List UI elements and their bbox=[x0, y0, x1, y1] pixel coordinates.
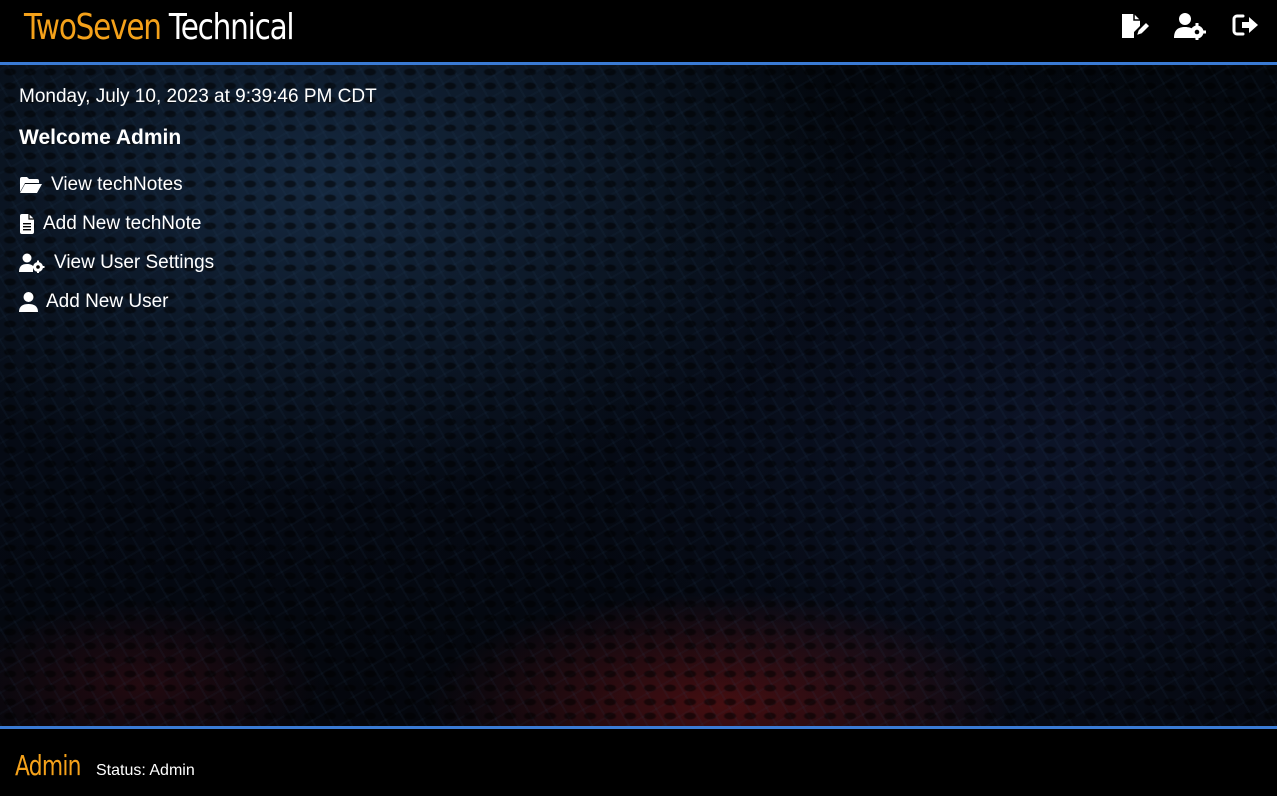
logout-button[interactable] bbox=[1231, 12, 1261, 40]
add-note-button[interactable] bbox=[1119, 12, 1149, 40]
logout-icon bbox=[1232, 12, 1260, 40]
brand-name-part1: TwoSeven bbox=[24, 7, 162, 48]
dashboard-content: Monday, July 10, 2023 at 9:39:46 PM CDT … bbox=[19, 85, 377, 321]
main-area: Monday, July 10, 2023 at 9:39:46 PM CDT … bbox=[0, 65, 1277, 726]
menu-item-label: Add New techNote bbox=[43, 212, 202, 234]
folder-open-icon bbox=[19, 176, 43, 194]
menu-item-label: View User Settings bbox=[54, 251, 215, 273]
menu-item-label: View techNotes bbox=[51, 173, 183, 195]
footer-status: Status: Admin bbox=[96, 762, 195, 779]
page: TwoSeven Technical Monday, July 10, 2023… bbox=[0, 0, 1277, 796]
brand-name-part2: Technical bbox=[168, 7, 295, 48]
footer: Admin Status: Admin bbox=[0, 726, 1277, 796]
user-icon bbox=[19, 291, 38, 312]
user-gear-icon bbox=[19, 253, 46, 273]
current-datetime: Monday, July 10, 2023 at 9:39:46 PM CDT bbox=[19, 86, 377, 107]
user-settings-icon bbox=[1174, 12, 1206, 40]
menu-item-view-user-settings[interactable]: View User Settings bbox=[19, 243, 377, 282]
welcome-heading: Welcome Admin bbox=[19, 126, 182, 149]
menu-item-label: Add New User bbox=[46, 290, 169, 312]
menu-item-view-technotes[interactable]: View techNotes bbox=[19, 165, 377, 204]
add-note-icon bbox=[1119, 12, 1149, 40]
brand-logo[interactable]: TwoSeven Technical bbox=[24, 6, 295, 50]
user-settings-button[interactable] bbox=[1174, 12, 1206, 40]
header: TwoSeven Technical bbox=[0, 0, 1277, 65]
header-actions bbox=[1119, 12, 1261, 40]
file-icon bbox=[19, 213, 35, 234]
menu-item-add-new-user[interactable]: Add New User bbox=[19, 282, 377, 321]
footer-username: Admin bbox=[15, 749, 81, 782]
menu-item-add-technote[interactable]: Add New techNote bbox=[19, 204, 377, 243]
